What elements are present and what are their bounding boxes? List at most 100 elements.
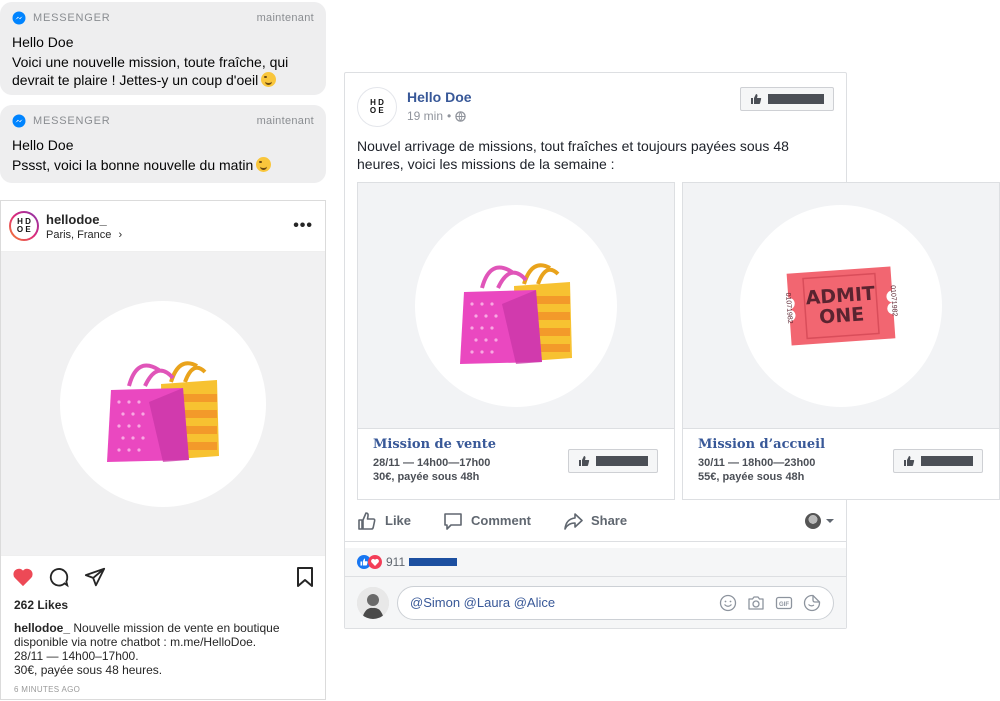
notification-title: Hello Doe: [12, 137, 74, 153]
caption-line: disponible via notre chatbot : m.me/Hell…: [14, 635, 257, 649]
instagram-username[interactable]: hellodoe_: [46, 212, 293, 227]
page-like-button[interactable]: [740, 87, 834, 111]
like-label: Like: [385, 513, 412, 528]
notification-header: MESSENGER maintenant: [12, 11, 314, 25]
notification-app-name: MESSENGER: [33, 12, 111, 24]
comment-input-text: @Simon @Laura @Alice: [410, 595, 556, 610]
shopping-bags-icon: [460, 262, 572, 364]
caption-line: 28/11 — 14h00–17h00.: [14, 649, 139, 663]
notification-time: maintenant: [256, 12, 314, 24]
thumbs-up-icon: [904, 456, 915, 466]
card-like-button[interactable]: [568, 449, 658, 473]
instagram-post: H D O E hellodoe_ Paris, France › ••• 26…: [0, 200, 326, 700]
instagram-likes-count[interactable]: 262 Likes: [1, 598, 325, 612]
carousel-card-1[interactable]: Mission de vente 28/11 — 14h00—17h00 30€…: [357, 182, 675, 500]
messenger-notification-2[interactable]: MESSENGER maintenant Hello Doe Pssst, vo…: [0, 105, 326, 183]
post-text: Nouvel arrivage de missions, tout fraîch…: [357, 138, 789, 172]
notification-header: MESSENGER maintenant: [12, 114, 314, 128]
logo-letter: O: [16, 225, 24, 234]
facebook-post-header: H D O E Hello Doe 19 min •: [345, 73, 846, 133]
instagram-post-image: [1, 251, 325, 556]
comment-composer: @Simon @Laura @Alice GIF: [345, 576, 846, 628]
notification-body: Pssst, voici la bonne nouvelle du matin: [12, 156, 314, 174]
caption-line: 30€, payée sous 48 heures.: [14, 663, 163, 677]
redacted-label: [768, 94, 824, 104]
gif-icon[interactable]: GIF: [775, 594, 793, 612]
share-arrow-icon: [564, 512, 583, 530]
instagram-action-bar: [1, 556, 325, 598]
ticket-line-2: ONE: [818, 302, 865, 329]
share-label: Share: [590, 513, 628, 528]
thumbs-up-icon: [751, 94, 762, 104]
instagram-caption: hellodoe_ Nouvelle mission de vente en b…: [1, 612, 325, 677]
instagram-timestamp: 6 MINUTES AGO: [14, 685, 81, 694]
instagram-location[interactable]: Paris, France ›: [46, 229, 293, 241]
chevron-right-icon: ›: [118, 228, 123, 241]
thumbs-up-icon: [579, 456, 590, 466]
post-time[interactable]: 19 min: [407, 109, 443, 123]
thumbs-up-outline-icon: [358, 511, 376, 530]
redacted-names: [409, 558, 458, 566]
page-avatar[interactable]: H D O E: [357, 87, 397, 127]
messenger-icon: [12, 11, 26, 25]
globe-icon: [455, 110, 466, 122]
messenger-notification-1[interactable]: MESSENGER maintenant Hello Doe Voici une…: [0, 2, 326, 95]
smiley-icon[interactable]: [719, 594, 737, 612]
card-image: ADMIT ONE 01071982 01071982: [683, 183, 999, 429]
messenger-icon: [12, 114, 26, 128]
logo-letter: E: [25, 225, 31, 234]
post-meta: 19 min •: [407, 109, 740, 123]
hellodoe-logo: H D O E: [16, 218, 32, 234]
comment-tools: GIF: [719, 594, 821, 612]
page-name[interactable]: Hello Doe: [407, 89, 740, 105]
share-direct-icon[interactable]: [84, 566, 106, 588]
love-reaction-icon: [368, 555, 382, 569]
sticker-icon[interactable]: [803, 594, 821, 612]
notification-body: Voici une nouvelle mission, toute fraîch…: [12, 53, 314, 89]
location-label: Paris, France: [46, 228, 112, 241]
instagram-post-header: H D O E hellodoe_ Paris, France › •••: [1, 201, 325, 251]
post-action-bar: Like Comment Share: [345, 500, 846, 542]
notification-title: Hello Doe: [12, 34, 74, 50]
comment-action-button[interactable]: Comment: [443, 511, 531, 531]
logo-letter: E: [378, 106, 384, 115]
more-options-icon[interactable]: •••: [293, 217, 313, 235]
shopping-bags-icon: [107, 360, 219, 462]
comment-input[interactable]: @Simon @Laura @Alice GIF: [397, 585, 834, 620]
redacted-label: [921, 456, 973, 466]
notification-time: maintenant: [256, 115, 314, 127]
smiling-face-emoji-icon: [256, 157, 272, 172]
carousel-card-2[interactable]: ADMIT ONE 01071982 01071982 Mission d’ac…: [682, 182, 1000, 500]
share-action-button[interactable]: Share: [563, 511, 627, 531]
carousel: Mission de vente 28/11 — 14h00—17h00 30€…: [345, 182, 1000, 500]
separator-dot: •: [447, 109, 452, 123]
admit-one-ticket-icon: ADMIT ONE 01071982 01071982: [780, 262, 901, 350]
camera-icon[interactable]: [747, 594, 765, 612]
facebook-post: H D O E Hello Doe 19 min • Nouvel arriva…: [344, 72, 1000, 629]
caption-username[interactable]: hellodoe_: [14, 621, 70, 635]
winking-face-emoji-icon: [261, 72, 277, 87]
user-avatar-small: [805, 512, 821, 529]
comment-bubble-icon: [444, 512, 462, 530]
card-image: [358, 183, 674, 429]
post-as-selector[interactable]: [805, 512, 834, 529]
like-action-button[interactable]: Like: [357, 511, 411, 531]
hellodoe-logo: H D O E: [369, 99, 385, 115]
card-like-button[interactable]: [893, 449, 983, 473]
comment-icon[interactable]: [48, 566, 70, 588]
heart-icon[interactable]: [12, 567, 34, 587]
notification-body-text: Pssst, voici la bonne nouvelle du matin: [12, 157, 254, 173]
caret-down-icon: [826, 518, 834, 523]
comment-label: Comment: [471, 513, 531, 528]
notification-body-text: Voici une nouvelle mission, toute fraîch…: [12, 54, 289, 88]
notification-app-name: MESSENGER: [33, 115, 111, 127]
bookmark-icon[interactable]: [296, 566, 314, 588]
reactions-summary[interactable]: 911: [345, 548, 846, 576]
logo-letter: O: [369, 106, 377, 115]
reaction-count: 911: [386, 555, 406, 569]
instagram-avatar[interactable]: H D O E: [9, 211, 39, 241]
caption-line: Nouvelle mission de vente en boutique: [73, 621, 280, 635]
commenter-avatar: [357, 586, 389, 619]
redacted-label: [596, 456, 648, 466]
svg-text:GIF: GIF: [779, 602, 789, 608]
